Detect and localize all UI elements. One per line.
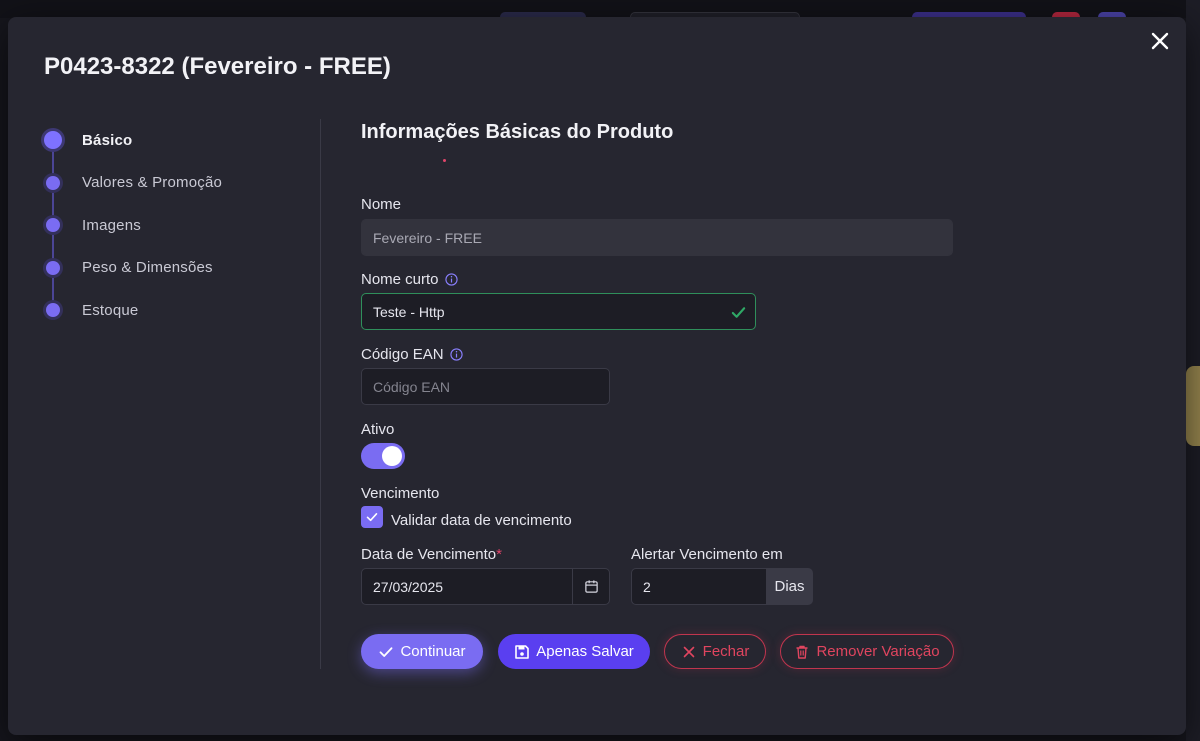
calendar-icon (584, 580, 598, 593)
background-right-panel (1186, 0, 1200, 741)
section-title: Informações Básicas do Produto (361, 121, 674, 143)
alertar-dias-field[interactable]: 2 (631, 568, 767, 605)
nome-field[interactable]: Fevereiro - FREE (361, 219, 953, 256)
toggle-knob (382, 446, 402, 466)
ean-field[interactable]: Código EAN (361, 368, 610, 405)
modal-title: P0423-8322 (Fevereiro - FREE) (44, 53, 391, 80)
step-estoque[interactable]: Estoque (38, 289, 298, 332)
vencimento-label: Vencimento (361, 485, 440, 502)
ativo-label: Ativo (361, 421, 395, 438)
x-icon (683, 646, 694, 657)
data-vencimento-label: Data de Vencimento * (361, 546, 502, 563)
validar-vencimento-checkbox[interactable] (361, 506, 383, 528)
close-icon (1151, 32, 1169, 50)
vertical-divider (320, 119, 321, 669)
background-topbar (0, 0, 1200, 22)
step-indicator (46, 175, 60, 190)
remove-variation-button[interactable]: Remover Variação (780, 634, 954, 669)
save-only-button[interactable]: Apenas Salvar (498, 634, 650, 669)
validar-vencimento-label[interactable]: Validar data de vencimento (391, 512, 572, 529)
step-indicator (44, 131, 62, 150)
step-valores-promocao[interactable]: Valores & Promoção (38, 162, 298, 205)
close-button[interactable]: Fechar (664, 634, 766, 669)
step-indicator (46, 218, 60, 233)
ean-label: Código EAN (361, 346, 463, 363)
valid-check-icon (731, 307, 746, 318)
nome-label: Nome (361, 196, 402, 213)
close-modal-button[interactable] (1148, 29, 1172, 53)
save-icon (515, 644, 530, 659)
checkmark-icon (366, 513, 378, 522)
continue-button[interactable]: Continuar (361, 634, 483, 669)
info-icon[interactable] (444, 273, 458, 286)
decorative-dot (443, 159, 446, 162)
alertar-vencimento-label: Alertar Vencimento em (631, 546, 783, 563)
nome-curto-label: Nome curto (361, 271, 458, 288)
step-label: Estoque (82, 301, 139, 319)
dias-addon: Dias (766, 568, 813, 605)
ativo-toggle[interactable] (361, 443, 405, 469)
step-imagens[interactable]: Imagens (38, 204, 298, 247)
required-asterisk: * (496, 546, 502, 563)
step-label: Valores & Promoção (82, 174, 223, 192)
check-icon (380, 646, 393, 657)
step-label: Imagens (82, 216, 141, 234)
step-indicator (46, 260, 60, 275)
product-edit-modal: P0423-8322 (Fevereiro - FREE) Básico Val… (8, 17, 1186, 735)
data-vencimento-field[interactable]: 27/03/2025 (361, 568, 573, 605)
step-label: Peso & Dimensões (82, 259, 213, 277)
step-indicator (46, 303, 60, 318)
background-product-image (1186, 366, 1200, 446)
step-label: Básico (82, 131, 133, 149)
nome-curto-field[interactable]: Teste - Http (361, 293, 756, 330)
date-picker-button[interactable] (572, 568, 610, 605)
step-basico[interactable]: Básico (38, 119, 298, 162)
trash-icon (796, 645, 808, 659)
step-peso-dimensoes[interactable]: Peso & Dimensões (38, 247, 298, 290)
step-navigation: Básico Valores & Promoção Imagens Peso &… (38, 119, 298, 332)
info-icon[interactable] (449, 348, 463, 361)
